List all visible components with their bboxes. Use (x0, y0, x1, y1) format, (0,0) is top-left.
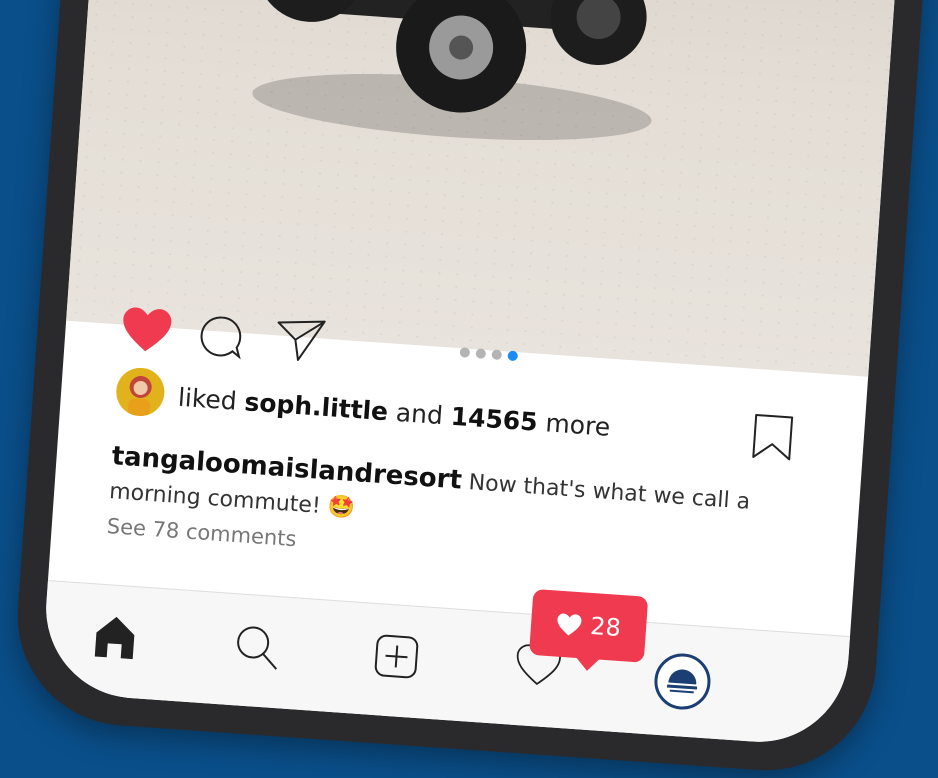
notification-count: 28 (589, 611, 622, 643)
carousel-dot[interactable] (459, 347, 471, 358)
instagram-screen: liked soph.little and 14565 more tangalo… (40, 0, 901, 748)
add-post-icon[interactable] (372, 632, 421, 681)
liker-username[interactable]: soph.little (244, 387, 389, 426)
liker-avatar[interactable] (114, 366, 166, 418)
likes-text: liked soph.little and 14565 more (177, 383, 611, 442)
share-icon[interactable] (274, 316, 327, 363)
like-prefix: liked (177, 382, 238, 416)
comment-icon[interactable] (197, 313, 244, 360)
like-joiner: and (394, 397, 444, 431)
phone-frame: liked soph.little and 14565 more tangalo… (10, 0, 929, 778)
home-icon[interactable] (91, 612, 140, 661)
carousel-indicator (459, 347, 519, 362)
heart-icon (557, 613, 582, 635)
resort-logo-icon (661, 660, 704, 703)
carousel-dot-active[interactable] (507, 350, 519, 362)
like-suffix: more (544, 408, 612, 442)
profile-avatar[interactable] (652, 651, 713, 712)
like-heart-icon[interactable] (119, 306, 174, 356)
carousel-dot[interactable] (491, 349, 503, 361)
carousel-dot[interactable] (475, 348, 487, 359)
activity-notification-badge[interactable]: 28 (528, 588, 649, 663)
search-icon[interactable] (232, 622, 281, 671)
like-count[interactable]: 14565 (450, 402, 539, 437)
bottom-nav (40, 580, 851, 748)
caption-emoji: 🤩 (326, 494, 356, 522)
